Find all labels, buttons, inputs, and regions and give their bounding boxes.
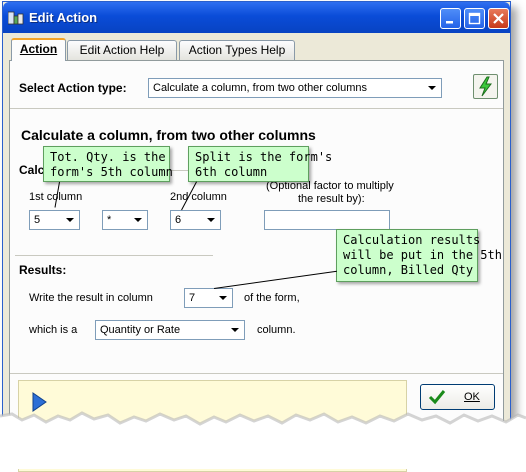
- callout-second-line1: Split is the form's: [195, 150, 333, 164]
- divider: [10, 108, 503, 109]
- result-column-value: 7: [189, 292, 196, 304]
- action-type-label: Select Action type:: [19, 81, 127, 95]
- callout-results: Calculation results will be put in the 5…: [336, 229, 502, 282]
- chevron-down-icon: [231, 328, 239, 332]
- callout-results-line1: Calculation results: [343, 233, 481, 247]
- tab-strip: Action Edit Action Help Action Types Hel…: [9, 38, 504, 61]
- chevron-down-icon: [207, 218, 215, 222]
- callout-second-line2: 6th column: [195, 165, 268, 179]
- factor-label-line2: the result by):: [298, 193, 365, 205]
- results-divider: [15, 255, 213, 256]
- section-title: Calculate a column, from two other colum…: [21, 127, 316, 143]
- run-action-button[interactable]: [473, 74, 498, 99]
- torn-edge: [0, 411, 526, 469]
- second-column-select[interactable]: 6: [170, 210, 221, 230]
- write-result-label: Write the result in column: [29, 292, 153, 304]
- second-column-value: 6: [175, 214, 182, 226]
- callout-results-line2: will be put in the 5th: [343, 248, 502, 262]
- footer-divider: [10, 373, 503, 374]
- title-bar[interactable]: Edit Action: [3, 2, 510, 33]
- tab-action-label: Action: [19, 42, 58, 56]
- close-icon: [493, 13, 504, 24]
- action-type-value: Calculate a column, from two other colum…: [153, 82, 367, 94]
- window-title: Edit Action: [29, 10, 98, 25]
- factor-input[interactable]: [264, 210, 390, 230]
- chevron-down-icon: [219, 296, 227, 300]
- callout-first-column: Tot. Qty. is the form's 5th column: [43, 146, 173, 182]
- tab-action[interactable]: Action: [11, 38, 66, 61]
- column-type-value: Quantity or Rate: [100, 324, 181, 336]
- of-the-form-label: of the form,: [244, 292, 300, 304]
- calc-group-label: Calc: [19, 163, 45, 177]
- maximize-icon: [468, 12, 481, 25]
- minimize-button[interactable]: [440, 8, 461, 29]
- results-label: Results:: [19, 263, 67, 277]
- tab-edit-action-help[interactable]: Edit Action Help: [67, 40, 177, 60]
- chevron-down-icon: [66, 218, 74, 222]
- tab-edit-action-help-label: Edit Action Help: [79, 43, 165, 57]
- first-column-select[interactable]: 5: [29, 210, 80, 230]
- app-icon: [8, 11, 24, 25]
- tab-action-types-help-label: Action Types Help: [188, 43, 286, 57]
- operator-value: *: [107, 214, 112, 226]
- second-column-label: 2nd column: [170, 191, 227, 203]
- column-suffix-label: column.: [257, 324, 296, 336]
- action-type-select[interactable]: Calculate a column, from two other colum…: [148, 78, 442, 98]
- chevron-down-icon: [134, 218, 142, 222]
- minimize-icon: [446, 21, 453, 24]
- first-column-value: 5: [34, 214, 41, 226]
- callout-first-line2: form's 5th column: [50, 165, 173, 179]
- close-button[interactable]: [488, 8, 509, 29]
- maximize-button[interactable]: [464, 8, 485, 29]
- result-column-select[interactable]: 7: [184, 288, 233, 308]
- tab-action-types-help[interactable]: Action Types Help: [179, 40, 295, 60]
- lightning-icon: [479, 76, 492, 97]
- column-type-select[interactable]: Quantity or Rate: [95, 320, 245, 340]
- callout-first-line1: Tot. Qty. is the: [50, 150, 166, 164]
- which-is-a-label: which is a: [29, 324, 78, 336]
- chevron-down-icon: [428, 86, 436, 90]
- callout-second-column: Split is the form's 6th column: [188, 146, 333, 182]
- operator-select[interactable]: *: [102, 210, 148, 230]
- callout-results-line3: column, Billed Qty: [343, 263, 474, 277]
